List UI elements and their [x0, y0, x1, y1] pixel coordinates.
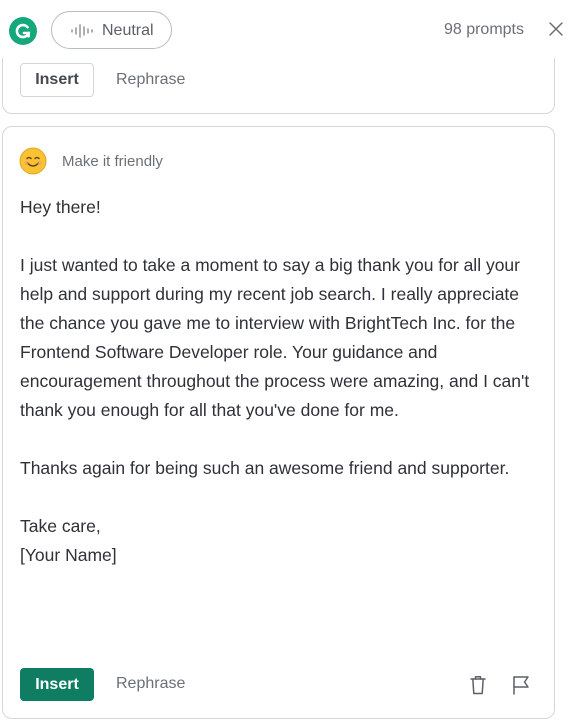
rephrase-button[interactable]: Rephrase	[116, 675, 185, 693]
smiling-face-icon	[19, 147, 47, 175]
message-body: I just wanted to take a moment to say a …	[20, 255, 530, 420]
message-signature: [Your Name]	[20, 545, 117, 565]
prompts-count: 98 prompts	[443, 21, 524, 38]
rephrase-button[interactable]: Rephrase	[116, 71, 185, 89]
previous-suggestion-card: Insert Rephrase	[2, 58, 555, 114]
insert-button[interactable]: Insert	[20, 63, 94, 97]
insert-button[interactable]: Insert	[20, 668, 94, 701]
voice-wave-icon	[71, 24, 93, 38]
suggestion-label: Make it friendly	[62, 153, 163, 170]
trash-icon[interactable]	[469, 674, 487, 696]
message-signoff: Take care,	[20, 516, 101, 536]
message-greeting: Hey there!	[20, 197, 101, 217]
message-thanks: Thanks again for being such an awesome f…	[20, 458, 510, 478]
flag-icon[interactable]	[511, 674, 531, 696]
assistant-header: Neutral 98 prompts	[0, 0, 572, 58]
grammarly-logo-icon	[9, 17, 37, 45]
suggested-message: Hey there! I just wanted to take a momen…	[20, 193, 540, 570]
suggestion-card: Make it friendly Hey there! I just wante…	[2, 126, 555, 719]
tone-label: Neutral	[102, 22, 154, 39]
close-icon[interactable]	[548, 21, 564, 37]
tone-selector-button[interactable]: Neutral	[51, 11, 172, 49]
